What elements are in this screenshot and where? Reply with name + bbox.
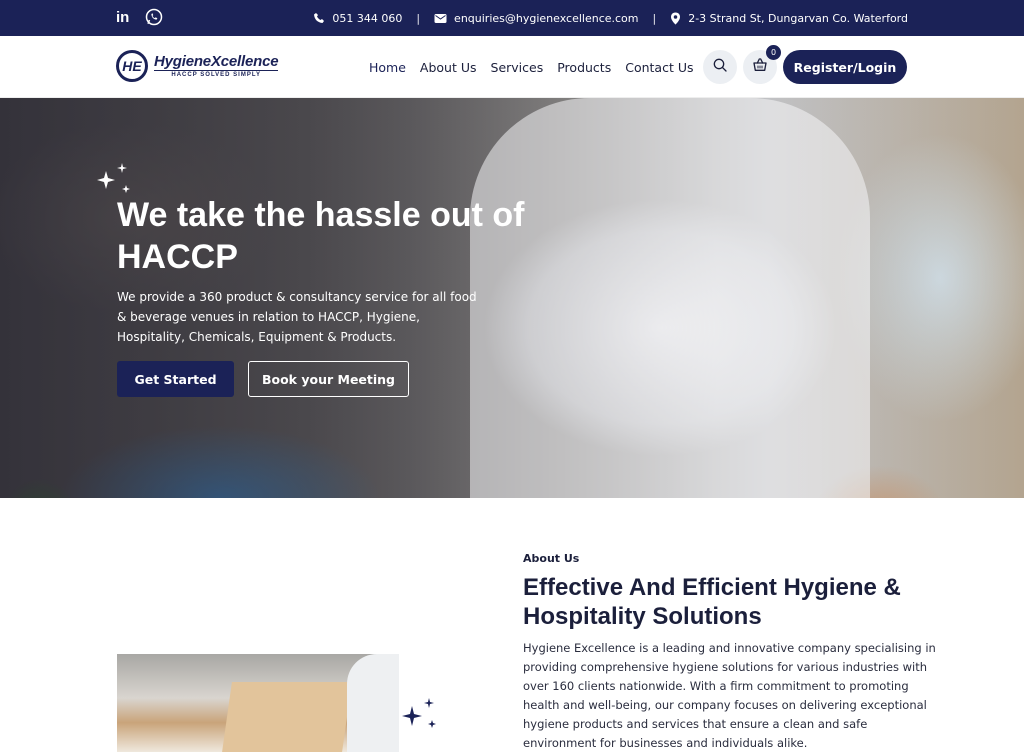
email-address: enquiries@hygienexcellence.com — [454, 11, 639, 25]
nav-contact-us[interactable]: Contact Us — [625, 60, 693, 75]
sparkle-icon — [400, 698, 440, 738]
about-description: Hygiene Excellence is a leading and inno… — [523, 641, 936, 750]
mail-icon — [434, 13, 447, 24]
register-login-button[interactable]: Register/Login — [783, 50, 907, 84]
site-header: HE HygieneXcellence HACCP SOLVED SIMPLY … — [0, 36, 1024, 98]
phone-number: 051 344 060 — [332, 11, 403, 25]
phone-contact[interactable]: 051 344 060 — [313, 12, 402, 25]
basket-icon — [752, 57, 768, 77]
hero-title: We take the hassle out of HACCP — [117, 196, 525, 276]
separator: | — [652, 11, 657, 25]
search-icon — [712, 57, 728, 77]
get-started-button[interactable]: Get Started — [117, 361, 234, 397]
main-nav: Home About Us Services Products Contact … — [369, 36, 694, 98]
address-text: 2-3 Strand St, Dungarvan Co. Waterford — [688, 11, 908, 25]
social-links: in — [116, 8, 163, 26]
top-bar: in 051 344 060 | enquiries@hygienexcelle… — [0, 0, 1024, 36]
linkedin-icon[interactable]: in — [116, 9, 129, 26]
location-pin-icon — [670, 12, 681, 25]
whatsapp-icon[interactable] — [145, 8, 163, 26]
nav-home[interactable]: Home — [369, 60, 406, 75]
book-meeting-button[interactable]: Book your Meeting — [248, 361, 409, 397]
logo-name: HygieneXcellence — [154, 53, 279, 71]
hero-section: We take the hassle out of HACCP We provi… — [0, 98, 1024, 498]
logo-mark: HE — [116, 50, 148, 82]
search-button[interactable] — [703, 50, 737, 84]
address-contact: 2-3 Strand St, Dungarvan Co. Waterford — [670, 12, 908, 25]
about-image — [117, 654, 399, 752]
nav-products[interactable]: Products — [557, 60, 611, 75]
nav-about-us[interactable]: About Us — [420, 60, 477, 75]
email-contact[interactable]: enquiries@hygienexcellence.com — [434, 11, 639, 25]
hero-description: We provide a 360 product & consultancy s… — [117, 290, 477, 344]
phone-icon — [313, 12, 325, 24]
hero-background-figure — [470, 98, 870, 498]
contact-info: 051 344 060 | enquiries@hygienexcellence… — [313, 0, 908, 36]
logo-tagline: HACCP SOLVED SIMPLY — [171, 72, 261, 78]
about-title: Effective And Efficient Hygiene & Hospit… — [523, 574, 901, 630]
separator: | — [416, 11, 421, 25]
cart-count-badge: 0 — [766, 45, 781, 60]
cart-button[interactable]: 0 — [743, 45, 781, 84]
nav-services[interactable]: Services — [491, 60, 544, 75]
logo[interactable]: HE HygieneXcellence HACCP SOLVED SIMPLY — [116, 50, 279, 82]
about-section-label: About Us — [523, 552, 580, 565]
